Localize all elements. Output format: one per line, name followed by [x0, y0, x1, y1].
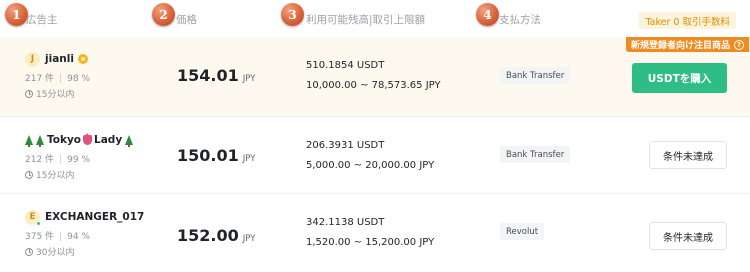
- payment-time-label: 30分以内: [36, 248, 75, 258]
- price-cell: 150.01 JPY: [177, 146, 255, 165]
- available-amount: 206.3931 USDT: [306, 140, 385, 151]
- tulip-emoji-icon: [83, 133, 93, 145]
- tree-emoji-icon: [36, 135, 44, 147]
- header-advertiser: 広告主: [26, 14, 58, 26]
- table-header: 1 広告主 2 価格 3 利用可能残高|取引上限額 4 支払方法 Taker 0…: [0, 0, 750, 37]
- completion-rate: 99 %: [67, 155, 90, 165]
- advertiser-cell: J jianli 217 件 | 98 % 15分以内: [25, 51, 90, 100]
- promo-label: 新規登録者向け注目商品: [630, 41, 730, 51]
- advertiser-cell: E EXCHANGER_017 375 件 | 94 % 30分以内: [25, 209, 144, 258]
- price-currency: JPY: [242, 154, 256, 164]
- price-currency: JPY: [242, 74, 256, 84]
- advertiser-name[interactable]: EXCHANGER_017: [45, 211, 144, 223]
- payment-time: 15分以内: [25, 168, 136, 181]
- advertiser-name-part[interactable]: Lady: [94, 134, 122, 146]
- advertiser-name-line[interactable]: E EXCHANGER_017: [25, 209, 144, 226]
- step-marker-3: 3: [281, 3, 304, 26]
- tree-emoji-icon: [125, 135, 134, 147]
- payment-time-label: 15分以内: [36, 90, 75, 100]
- advertiser-stats: 217 件 | 98 %: [25, 74, 90, 84]
- help-icon[interactable]: ?: [734, 39, 744, 50]
- table-row: E EXCHANGER_017 375 件 | 94 % 30分以内 152.00 …: [0, 194, 750, 272]
- table-row: 新規登録者向け注目商品 ? J jianli 217 件 | 98 % 15分以内 …: [0, 37, 750, 117]
- new-user-promo-badge[interactable]: 新規登録者向け注目商品 ?: [625, 37, 749, 52]
- advertiser-stats: 375 件 | 94 %: [25, 232, 90, 242]
- available-limit-cell: 510.1854 USDT 10,000.00 ~ 78,573.65 JPY: [306, 60, 441, 91]
- buy-usdt-button[interactable]: USDTを購入: [632, 63, 727, 93]
- available-amount: 510.1854 USDT: [306, 60, 385, 71]
- payment-method-tag: Bank Transfer: [500, 146, 571, 163]
- header-price: 価格: [176, 14, 197, 26]
- clock-icon: [25, 89, 33, 98]
- advertiser-name[interactable]: jianli: [45, 53, 74, 65]
- header-available-limit: 利用可能残高|取引上限額: [306, 14, 426, 26]
- condition-not-met-button[interactable]: 条件未達成: [649, 222, 727, 250]
- advertiser-cell: Tokyo Lady 212 件 | 99 % 15分以内: [25, 132, 136, 181]
- advertiser-name-line[interactable]: Tokyo Lady: [25, 132, 136, 148]
- avatar: J: [25, 51, 40, 67]
- price-cell: 154.01 JPY: [177, 66, 255, 85]
- available-limit-cell: 342.1138 USDT 1,520.00 ~ 15,200.00 JPY: [306, 217, 434, 248]
- price-value: 154.01: [177, 66, 239, 85]
- medal-icon: [77, 54, 88, 64]
- completion-rate: 98 %: [67, 74, 90, 84]
- payment-method-tag: Revolut: [500, 223, 545, 240]
- price-value: 150.01: [177, 146, 239, 165]
- table-row: Tokyo Lady 212 件 | 99 % 15分以内 150.01 JPY 2…: [0, 117, 750, 194]
- taker-fee-badge: Taker 0 取引手数料: [639, 12, 736, 29]
- price-currency: JPY: [242, 234, 256, 244]
- advertiser-name-part[interactable]: Tokyo: [47, 134, 81, 146]
- limit-range: 5,000.00 ~ 20,000.00 JPY: [306, 160, 435, 171]
- payment-time: 15分以内: [25, 87, 90, 100]
- advertiser-stats: 212 件 | 99 %: [25, 155, 90, 165]
- order-count: 375 件: [25, 232, 55, 242]
- available-amount: 342.1138 USDT: [306, 217, 385, 228]
- payment-time: 30分以内: [25, 245, 144, 258]
- completion-rate: 94 %: [67, 232, 90, 242]
- payment-time-label: 15分以内: [36, 171, 75, 181]
- step-marker-4: 4: [476, 3, 499, 26]
- limit-range: 10,000.00 ~ 78,573.65 JPY: [306, 80, 441, 91]
- order-count: 212 件: [25, 155, 55, 165]
- order-count: 217 件: [25, 74, 55, 84]
- price-value: 152.00: [177, 226, 239, 245]
- step-marker-1: 1: [5, 3, 28, 26]
- tree-emoji-icon: [25, 135, 33, 147]
- advertiser-name-line[interactable]: J jianli: [25, 51, 90, 67]
- limit-range: 1,520.00 ~ 15,200.00 JPY: [306, 237, 435, 248]
- step-marker-2: 2: [152, 3, 175, 26]
- price-cell: 152.00 JPY: [177, 226, 255, 245]
- condition-not-met-button[interactable]: 条件未達成: [649, 141, 727, 169]
- header-payment: 支払方法: [499, 14, 541, 26]
- clock-icon: [25, 247, 33, 256]
- online-status-icon: [36, 220, 41, 226]
- available-limit-cell: 206.3931 USDT 5,000.00 ~ 20,000.00 JPY: [306, 140, 434, 171]
- avatar-letter: E: [29, 212, 36, 222]
- avatar: E: [25, 209, 41, 226]
- clock-icon: [25, 170, 33, 179]
- payment-method-tag: Bank Transfer: [500, 67, 571, 84]
